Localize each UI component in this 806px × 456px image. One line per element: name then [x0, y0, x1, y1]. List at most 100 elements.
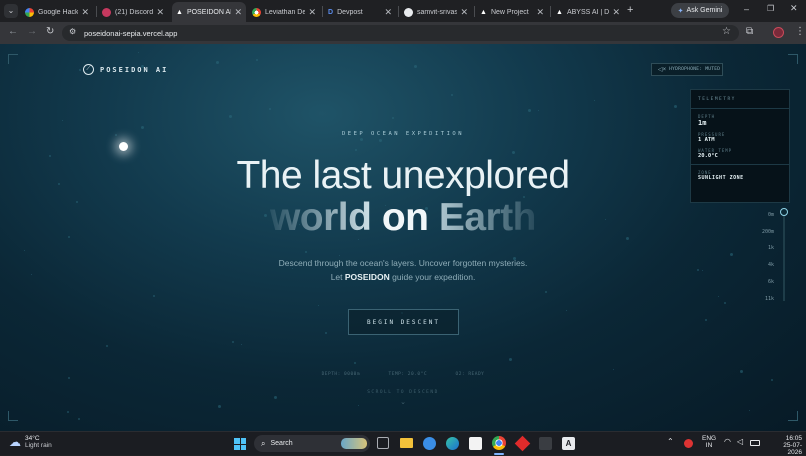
tab-search-icon[interactable]: ⌄ — [4, 4, 18, 18]
subtitle-post: guide your expedition. — [392, 272, 476, 282]
tab-poseidon-ai[interactable]: ▲ POSEIDON AI ✕ — [172, 2, 246, 22]
particle — [68, 377, 70, 379]
tray-overflow-icon[interactable]: ⌃ — [667, 437, 674, 446]
lang-line-2: IN — [705, 442, 713, 449]
browser-toolbar: ← → ↻ ⚙ poseidonai-sepia.vercel.app ☆ ⧉ … — [0, 22, 806, 44]
discord-icon — [102, 7, 111, 17]
new-tab-button[interactable]: + — [627, 4, 633, 16]
site-logo[interactable]: ⟋ POSEIDON AI — [83, 64, 168, 75]
particle — [232, 341, 234, 343]
begin-descent-button[interactable]: BEGIN DESCENT — [348, 309, 459, 335]
close-window-button[interactable]: ✕ — [790, 3, 798, 14]
back-button[interactable]: ← — [8, 26, 18, 37]
frame-corner — [8, 411, 18, 421]
tab-label: Google Hacki — [38, 8, 79, 16]
start-button[interactable] — [234, 438, 246, 450]
restore-button[interactable]: ❐ — [767, 4, 774, 13]
tab-discord[interactable]: (21) Discord | ✕ — [98, 2, 168, 22]
app-icon-dark[interactable] — [539, 437, 552, 450]
close-icon[interactable]: ✕ — [384, 7, 392, 18]
reload-button[interactable]: ↻ — [46, 26, 54, 37]
tab-github[interactable]: samvit-srivas ✕ — [400, 2, 472, 22]
tab-label: POSEIDON AI — [186, 8, 232, 16]
particle — [62, 120, 63, 121]
logo-text: POSEIDON AI — [100, 65, 169, 74]
stat-temp: TEMP: 20.0°C — [388, 372, 428, 377]
particle — [339, 255, 340, 256]
windows-taskbar: ☁ 34°C Light rain ⌕ Search A ⌃ ENG IN ◠ … — [0, 431, 806, 456]
edge-icon[interactable] — [446, 437, 459, 450]
particle — [229, 115, 232, 118]
chrome-taskbar-icon[interactable] — [492, 436, 506, 450]
tab-label: (21) Discord | — [115, 8, 154, 16]
tab-google-hackathon[interactable]: Google Hacki ✕ — [21, 2, 93, 22]
particle — [414, 65, 417, 68]
url-text: poseidonai-sepia.vercel.app — [84, 28, 178, 38]
close-icon[interactable]: ✕ — [460, 7, 468, 18]
tray-app-icon[interactable] — [684, 439, 693, 448]
particle — [292, 268, 293, 269]
triangle-logo-icon: ▲ — [480, 8, 487, 16]
hero-headline-line-1: The last unexplored — [236, 154, 570, 197]
forward-button[interactable]: → — [27, 26, 37, 37]
wifi-icon[interactable]: ◠ — [724, 437, 731, 446]
frame-corner — [788, 411, 798, 421]
close-icon[interactable]: ✕ — [612, 7, 620, 18]
ask-gemini-button[interactable]: ✦ Ask Gemini — [671, 3, 729, 18]
language-indicator[interactable]: ENG IN — [702, 435, 716, 449]
tab-new-project[interactable]: ▲ New Project ✕ — [476, 2, 548, 22]
speaker-muted-icon: ◁× — [658, 67, 667, 73]
particle — [730, 253, 733, 256]
particle — [509, 358, 512, 361]
particle — [241, 344, 242, 345]
begin-descent-label: BEGIN DESCENT — [367, 318, 440, 326]
subtitle-brand: POSEIDON — [344, 272, 390, 282]
close-icon[interactable]: ✕ — [156, 7, 164, 18]
site-info-icon[interactable]: ⚙ — [69, 27, 76, 36]
close-icon[interactable]: ✕ — [81, 7, 89, 18]
clock-time: 16:05 — [785, 435, 802, 442]
particle — [360, 138, 363, 141]
volume-icon[interactable]: ◁ — [737, 437, 743, 446]
weather-temp: 34°C — [25, 435, 40, 442]
clock[interactable]: 16:05 25-07-2026 — [772, 435, 802, 456]
hero-subtitle-line-1: Descend through the ocean's layers. Unco… — [278, 258, 528, 268]
lang-line-1: ENG — [702, 435, 717, 442]
file-explorer-icon[interactable] — [400, 438, 413, 448]
hero-subtitle-line-2: Let POSEIDON guide your expedition. — [0, 272, 806, 282]
particle — [718, 296, 719, 297]
browser-menu-icon[interactable]: ⋮ — [795, 26, 805, 37]
close-icon[interactable]: ✕ — [234, 7, 242, 18]
github-icon — [404, 7, 413, 17]
battery-icon[interactable] — [750, 440, 760, 446]
telemetry-title: TELEMETRY — [698, 97, 736, 102]
app-icon-red[interactable] — [514, 435, 531, 452]
depth-tick: 11k — [764, 296, 774, 302]
taskbar-search[interactable]: ⌕ Search — [254, 435, 370, 452]
minimize-button[interactable]: – — [744, 4, 749, 14]
app-icon-blue[interactable] — [423, 437, 436, 450]
particle — [705, 319, 707, 321]
particle — [216, 61, 219, 64]
hydrophone-toggle[interactable]: ◁× HYDROPHONE: MUTED — [651, 63, 723, 76]
particle — [106, 345, 108, 347]
profile-avatar[interactable] — [773, 27, 784, 38]
address-bar[interactable]: ⚙ poseidonai-sepia.vercel.app ☆ — [62, 25, 739, 41]
particle — [269, 108, 271, 110]
task-view-icon[interactable] — [377, 437, 389, 449]
store-icon[interactable] — [469, 437, 482, 450]
particle — [24, 250, 25, 251]
close-icon[interactable]: ✕ — [536, 7, 544, 18]
particle — [724, 302, 726, 304]
close-icon[interactable]: ✕ — [308, 7, 316, 18]
google-icon — [25, 7, 34, 17]
app-icon-a[interactable]: A — [562, 437, 575, 450]
particle — [153, 295, 155, 297]
tab-abyss-ai[interactable]: ▲ ABYSS AI | De ✕ — [552, 2, 624, 22]
tab-leviathan[interactable]: Leviathan De ✕ — [248, 2, 320, 22]
bookmark-star-icon[interactable]: ☆ — [722, 26, 731, 37]
triangle-logo-icon: ▲ — [176, 8, 183, 16]
extensions-icon[interactable]: ⧉ — [746, 26, 753, 37]
weather-widget[interactable]: ☁ 34°C Light rain — [9, 435, 52, 449]
tab-devpost[interactable]: D Devpost ✕ — [324, 2, 396, 22]
